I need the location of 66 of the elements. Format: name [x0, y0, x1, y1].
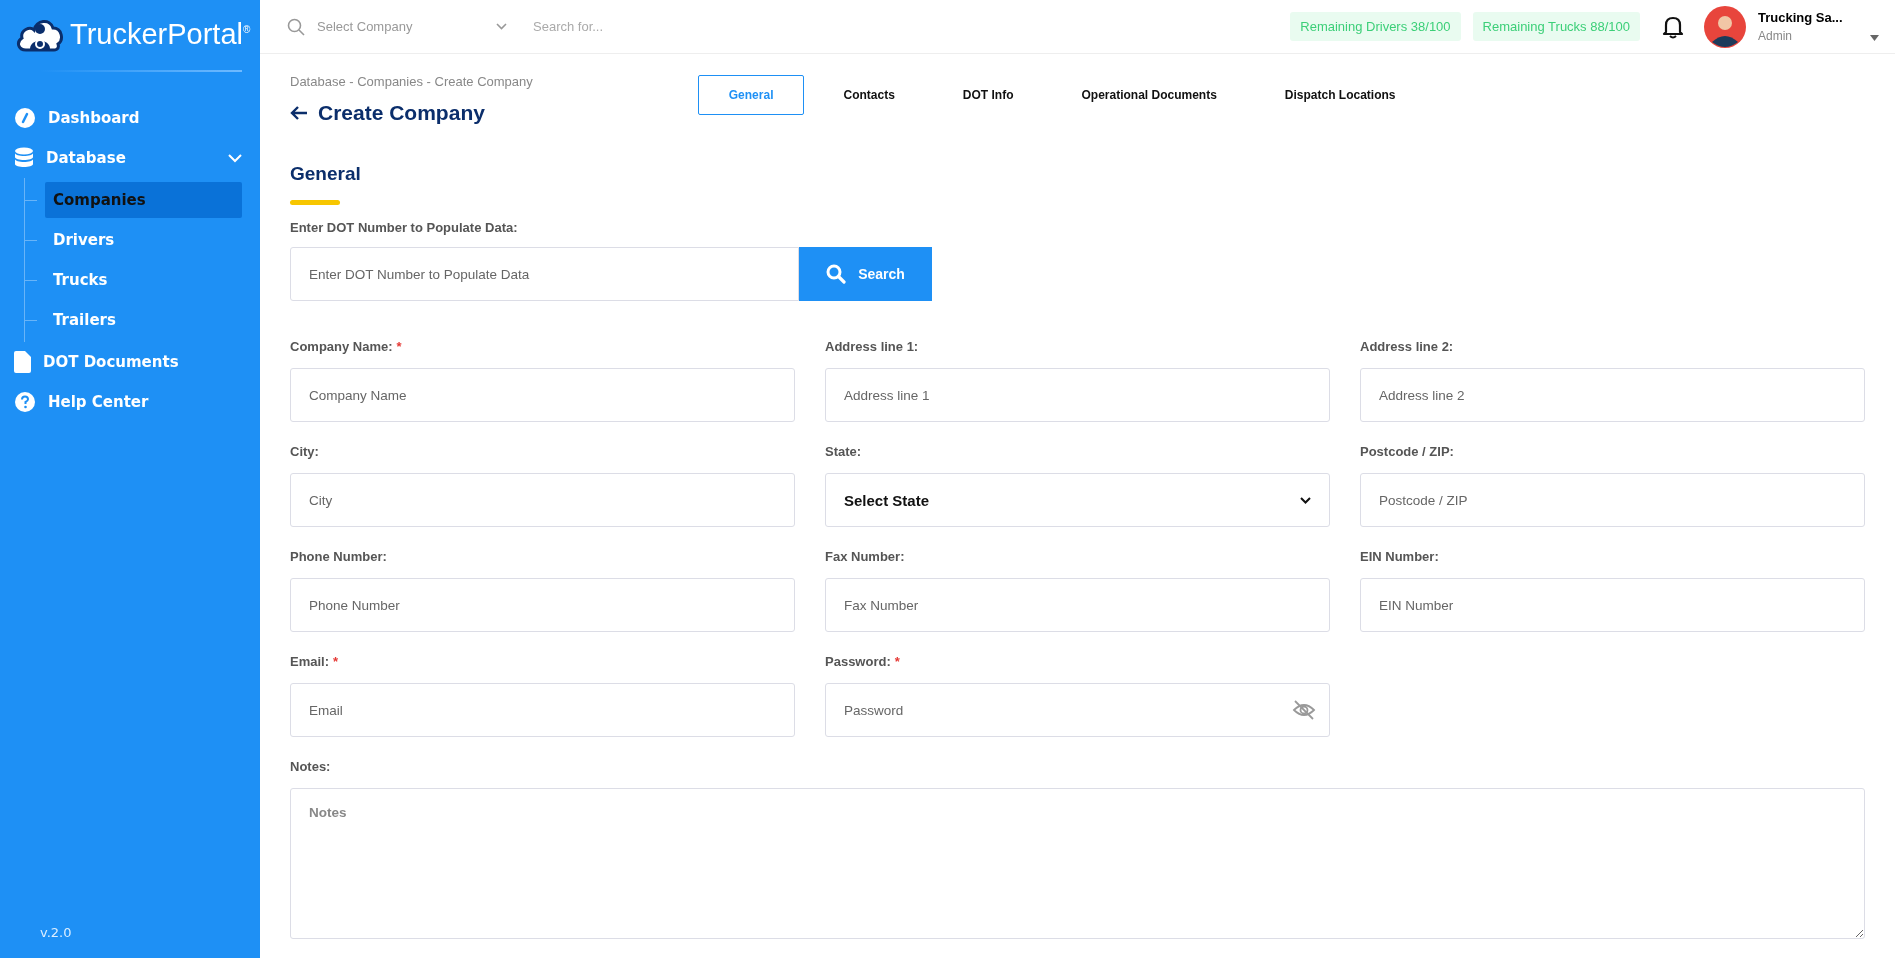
text-field[interactable]: Postcode / ZIP: [1360, 473, 1865, 527]
sidebar-subitem[interactable]: Drivers: [45, 222, 242, 258]
section-title: General: [290, 163, 362, 185]
state-select[interactable]: Select State: [825, 473, 1330, 527]
field-label: Notes:: [290, 759, 331, 774]
text-field[interactable]: Email: [290, 683, 795, 737]
tab[interactable]: Dispatch Locations: [1255, 75, 1425, 115]
search-icon: [826, 264, 847, 284]
field-label: Password:: [825, 654, 891, 669]
required-asterisk: *: [333, 654, 339, 669]
gauge-icon: [14, 107, 36, 129]
sidebar-item[interactable]: Dashboard: [0, 98, 260, 138]
field-label: Phone Number:: [290, 549, 387, 564]
avatar-silhouette-icon: [1704, 5, 1746, 48]
field-label: EIN Number:: [1360, 549, 1439, 564]
company-select[interactable]: Select Company: [317, 19, 507, 34]
tab[interactable]: General: [697, 75, 805, 115]
remaining-count-badge: Remaining Trucks 88/100: [1472, 12, 1640, 41]
text-field[interactable]: EIN Number: [1360, 578, 1865, 632]
field-label: Enter DOT Number to Populate Data:: [290, 220, 519, 235]
user-role: Admin: [1758, 29, 1793, 43]
text-field[interactable]: Address line 1: [825, 368, 1330, 422]
back-arrow-icon[interactable]: [290, 105, 308, 121]
field-label: City:: [290, 444, 319, 459]
notes-field[interactable]: Notes: [290, 788, 1865, 939]
password-field[interactable]: Password: [825, 683, 1330, 737]
field-label: Company Name:: [290, 339, 393, 354]
sidebar-item[interactable]: Database: [0, 138, 260, 178]
eye-slash-icon[interactable]: [1292, 700, 1316, 720]
user-name: Trucking Sa...: [1758, 10, 1844, 25]
tab[interactable]: Contacts: [814, 75, 924, 115]
required-asterisk: *: [396, 339, 402, 354]
text-field[interactable]: Fax Number: [825, 578, 1330, 632]
page-title: Create Company: [318, 101, 485, 125]
text-field[interactable]: City: [290, 473, 795, 527]
search-button[interactable]: Search: [799, 247, 932, 301]
required-asterisk: *: [894, 654, 900, 669]
sidebar-subitem[interactable]: Trailers: [45, 302, 242, 338]
search-icon: [287, 17, 305, 36]
sidebar-subitem[interactable]: Trucks: [45, 262, 242, 298]
text-field[interactable]: Address line 2: [1360, 368, 1865, 422]
help-icon: [14, 391, 36, 413]
sidebar-subitem[interactable]: Companies: [45, 182, 242, 218]
tab[interactable]: Operational Documents: [1052, 75, 1246, 115]
logo-text: TruckerPortal$^{®}$: [70, 17, 251, 51]
field-label: State:: [825, 444, 862, 459]
sidebar-item[interactable]: DOT Documents: [0, 342, 260, 382]
field-label: Fax Number:: [825, 549, 905, 564]
database-icon: [14, 147, 34, 169]
chevron-down-icon: [496, 23, 507, 30]
text-field[interactable]: Phone Number: [290, 578, 795, 632]
field-label: Email:: [290, 654, 329, 669]
field-label: Address line 2:: [1360, 339, 1454, 354]
chevron-down-icon: [1300, 496, 1311, 504]
tab[interactable]: DOT Info: [933, 75, 1043, 115]
remaining-count-badge: Remaining Drivers 38/100: [1290, 12, 1461, 41]
version-text: v.2.0: [39, 925, 73, 942]
text-field[interactable]: Company Name: [290, 368, 795, 422]
bell-icon[interactable]: [1662, 14, 1684, 39]
breadcrumb: Database - Companies - Create Company: [290, 74, 533, 89]
caret-down-icon[interactable]: [1870, 35, 1879, 41]
field-label: Postcode / ZIP:: [1360, 444, 1454, 459]
field-label: Address line 1:: [825, 339, 919, 354]
dot-number-field[interactable]: Enter DOT Number to Populate Data: [290, 247, 799, 301]
sidebar-item[interactable]: Help Center: [0, 382, 260, 422]
file-icon: [14, 351, 31, 373]
